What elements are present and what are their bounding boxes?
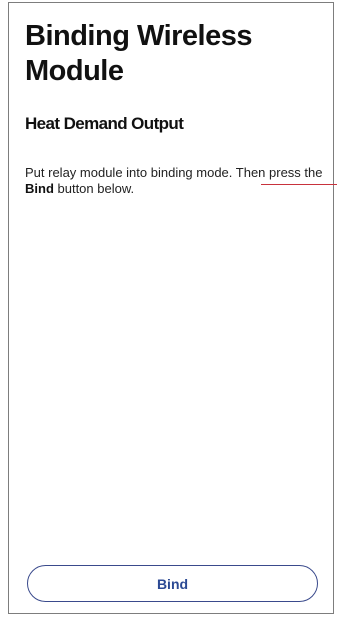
instruction-text: Put relay module into binding mode. Then… <box>25 165 325 197</box>
annotation-line <box>261 184 337 185</box>
bind-button[interactable]: Bind <box>27 565 318 602</box>
instruction-text-end: button below. <box>53 181 135 196</box>
screen-frame: Binding Wireless Module Heat Demand Outp… <box>8 2 337 614</box>
instruction-bold-word: Bind <box>25 181 54 196</box>
page-subtitle: Heat Demand Output <box>25 114 184 133</box>
page-title: Binding Wireless Module <box>25 20 253 87</box>
instruction-text-start: Put relay module into binding mode. Then… <box>25 165 323 180</box>
